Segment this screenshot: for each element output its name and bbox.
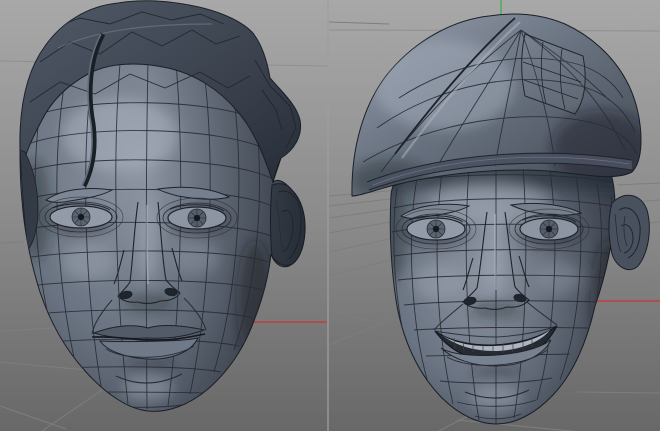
right-viewport-canvas [329,0,660,431]
ear [271,184,306,266]
ear [609,195,649,269]
viewport-left[interactable] [0,0,327,431]
viewport-split-container [0,0,660,431]
viewport-right[interactable] [329,0,660,431]
left-viewport-canvas [0,0,327,431]
head-model-right[interactable] [349,0,660,431]
head-model-left[interactable] [20,0,327,431]
nose-bridge-highlight [495,214,496,290]
